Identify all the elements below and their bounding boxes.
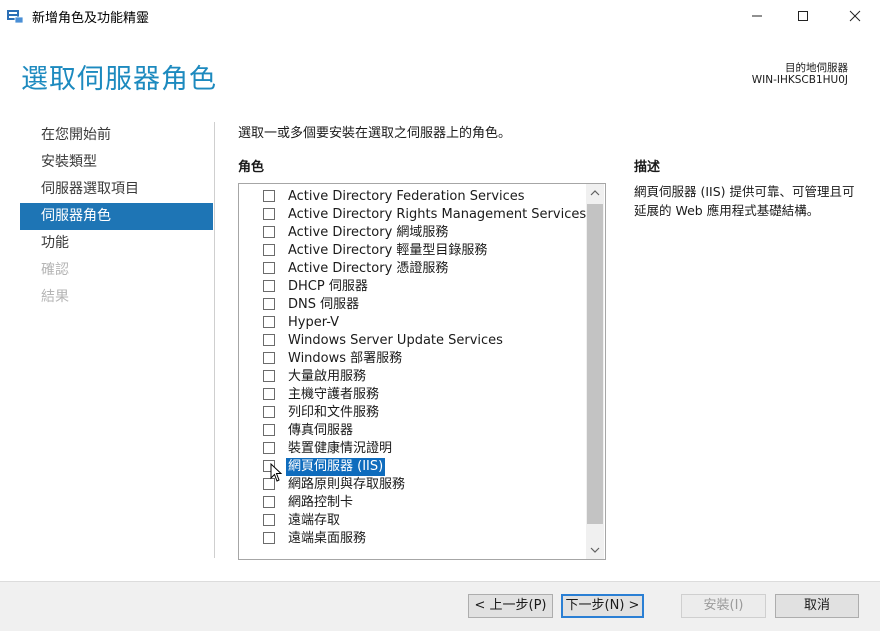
chevron-down-icon (590, 547, 600, 553)
role-label[interactable]: Active Directory 網域服務 (286, 224, 450, 242)
role-checkbox[interactable] (263, 298, 275, 310)
role-label[interactable]: 傳真伺服器 (286, 422, 355, 440)
role-label[interactable]: Active Directory 輕量型目錄服務 (286, 242, 489, 260)
nav-divider (214, 122, 215, 558)
maximize-button[interactable] (780, 0, 826, 32)
role-row[interactable]: 大量啟用服務 (239, 368, 585, 386)
close-window-button[interactable] (832, 0, 878, 32)
role-checkbox[interactable] (263, 424, 275, 436)
maximize-icon (798, 11, 808, 21)
role-checkbox[interactable] (263, 514, 275, 526)
nav-item[interactable]: 安裝類型 (20, 149, 213, 176)
role-row[interactable]: DHCP 伺服器 (239, 278, 585, 296)
role-label[interactable]: DHCP 伺服器 (286, 278, 370, 296)
chevron-up-icon (590, 190, 600, 196)
role-row[interactable]: 遠端存取 (239, 512, 585, 530)
window-title: 新增角色及功能精靈 (32, 11, 150, 26)
role-row[interactable]: 裝置健康情況證明 (239, 440, 585, 458)
role-label[interactable]: 遠端桌面服務 (286, 530, 368, 548)
role-checkbox[interactable] (263, 244, 275, 256)
scroll-down-button[interactable] (586, 541, 604, 559)
nav-item: 確認 (41, 262, 69, 278)
role-label[interactable]: DNS 伺服器 (286, 296, 361, 314)
role-row[interactable]: Active Directory Rights Management Servi… (239, 206, 588, 224)
role-checkbox[interactable] (263, 406, 275, 418)
role-checkbox[interactable] (263, 316, 275, 328)
role-row[interactable]: Windows Server Update Services (239, 332, 585, 350)
role-checkbox[interactable] (263, 352, 275, 364)
cancel-button[interactable]: 取消 (775, 594, 859, 618)
role-checkbox[interactable] (263, 388, 275, 400)
wizard-nav: 在您開始前 安裝類型 伺服器選取項目 伺服器角色 功能確認結果 (20, 122, 213, 311)
role-label[interactable]: 列印和文件服務 (286, 404, 381, 422)
role-checkbox[interactable] (263, 532, 275, 544)
role-row[interactable]: 主機守護者服務 (239, 386, 585, 404)
role-row[interactable]: Windows 部署服務 (239, 350, 585, 368)
description-text: 網頁伺服器 (IIS) 提供可靠、可管理且可延展的 Web 應用程式基礎結構。 (634, 184, 855, 218)
role-row[interactable]: DNS 伺服器 (239, 296, 585, 314)
description-heading: 描述 (634, 160, 661, 175)
role-checkbox[interactable] (263, 190, 275, 202)
role-checkbox[interactable] (263, 334, 275, 346)
role-row[interactable]: 遠端桌面服務 (239, 530, 585, 548)
role-checkbox[interactable] (263, 208, 275, 220)
role-label[interactable]: Windows Server Update Services (286, 332, 505, 350)
role-label[interactable]: Windows 部署服務 (286, 350, 404, 368)
minimize-icon (752, 15, 762, 17)
destination-server-value: WIN-IHKSCB1HU0J (751, 74, 848, 86)
roles-scrollbar[interactable] (586, 184, 604, 559)
role-row[interactable]: Active Directory Federation Services (239, 188, 585, 206)
role-label[interactable]: Active Directory Rights Management Servi… (286, 206, 588, 224)
roles-heading: 角色 (238, 160, 265, 175)
role-label[interactable]: 主機守護者服務 (286, 386, 381, 404)
role-checkbox[interactable] (263, 226, 275, 238)
nav-item: 結果 (41, 289, 69, 305)
role-label[interactable]: Active Directory Federation Services (286, 188, 527, 206)
roles-listbox[interactable]: Active Directory Federation Services Acti… (238, 183, 606, 560)
destination-server-label: 目的地伺服器 (785, 62, 848, 74)
role-row[interactable]: Active Directory 網域服務 (239, 224, 585, 242)
role-checkbox[interactable] (263, 280, 275, 292)
role-row[interactable]: 網路控制卡 (239, 494, 585, 512)
scroll-up-button[interactable] (586, 184, 604, 202)
close-icon (849, 10, 861, 22)
roles-list: Active Directory Federation Services Acti… (239, 188, 588, 548)
nav-item[interactable]: 在您開始前 (20, 122, 213, 149)
next-button[interactable]: 下一步(N) > (561, 594, 644, 618)
role-label[interactable]: Active Directory 憑證服務 (286, 260, 450, 278)
role-label[interactable]: 網路原則與存取服務 (286, 476, 407, 494)
nav-item[interactable]: 伺服器角色 (20, 203, 213, 230)
page-title: 選取伺服器角色 (21, 64, 217, 95)
role-label[interactable]: 網路控制卡 (286, 494, 355, 512)
instruction-text: 選取一或多個要安裝在選取之伺服器上的角色。 (238, 126, 512, 141)
wizard-footer: < 上一步(P) 下一步(N) > 安裝(I) 取消 (0, 581, 880, 631)
server-manager-icon (7, 10, 24, 24)
role-label[interactable]: Hyper-V (286, 314, 341, 332)
role-checkbox[interactable] (263, 442, 275, 454)
install-button[interactable]: 安裝(I) (681, 594, 766, 618)
role-checkbox[interactable] (263, 496, 275, 508)
role-label[interactable]: 網頁伺服器 (IIS) (286, 458, 386, 476)
role-checkbox[interactable] (263, 262, 275, 274)
nav-item[interactable]: 功能 (20, 230, 213, 257)
role-row[interactable]: Active Directory 憑證服務 (239, 260, 585, 278)
role-row[interactable]: Active Directory 輕量型目錄服務 (239, 242, 585, 260)
role-row[interactable]: 網路原則與存取服務 (239, 476, 585, 494)
minimize-button[interactable] (734, 0, 780, 32)
mouse-cursor-icon (270, 463, 283, 482)
previous-button[interactable]: < 上一步(P) (468, 594, 553, 618)
role-label[interactable]: 大量啟用服務 (286, 368, 368, 386)
role-checkbox[interactable] (263, 370, 275, 382)
role-row[interactable]: 列印和文件服務 (239, 404, 585, 422)
title-bar: 新增角色及功能精靈 (0, 0, 880, 32)
role-row[interactable]: Hyper-V (239, 314, 585, 332)
scroll-thumb[interactable] (587, 204, 603, 524)
role-row[interactable]: 傳真伺服器 (239, 422, 585, 440)
role-row[interactable]: 網頁伺服器 (IIS) (239, 458, 585, 476)
nav-item[interactable]: 伺服器選取項目 (20, 176, 213, 203)
role-label[interactable]: 遠端存取 (286, 512, 342, 530)
role-label[interactable]: 裝置健康情況證明 (286, 440, 394, 458)
